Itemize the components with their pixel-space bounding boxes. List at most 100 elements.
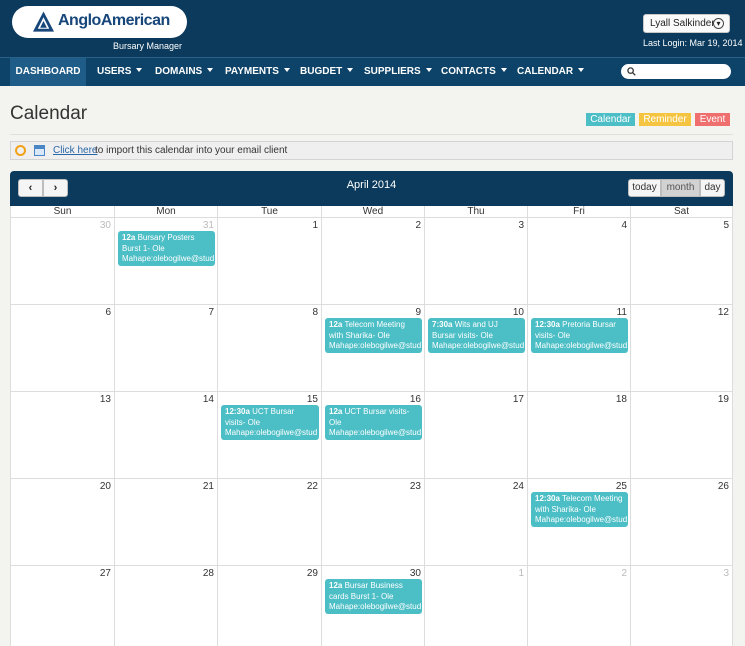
event-time: 12a — [329, 320, 343, 329]
prev-month-button[interactable]: ‹ — [18, 179, 43, 197]
view-month-button[interactable]: month — [661, 179, 700, 197]
next-month-button[interactable]: › — [43, 179, 68, 197]
day-number: 11 — [616, 307, 627, 318]
day-number: 2 — [621, 568, 627, 579]
event-title: Bursar Business cards Burst 1- Ole Mahap… — [329, 581, 422, 611]
import-calendar-link[interactable]: Click here — [53, 145, 97, 156]
nav-budget[interactable]: BUGDET — [300, 58, 354, 86]
day-number: 6 — [105, 307, 111, 318]
day-number: 27 — [99, 568, 111, 579]
day-number: 14 — [202, 394, 214, 405]
day-cell[interactable]: 2 — [322, 218, 425, 305]
nav-contacts[interactable]: CONTACTS — [441, 58, 507, 86]
day-cell[interactable]: 27 — [11, 566, 115, 646]
day-cell[interactable]: 21 — [115, 479, 218, 566]
day-cell[interactable]: 29 — [218, 566, 322, 646]
day-cell[interactable]: 4 — [528, 218, 631, 305]
caret-down-icon — [283, 68, 290, 72]
day-cell[interactable]: 14 — [115, 392, 218, 479]
main-nav: DASHBOARD USERS DOMAINS PAYMENTS BUGDET … — [0, 57, 745, 86]
day-cell[interactable]: 13 — [11, 392, 115, 479]
brand-logo[interactable]: AngloAmerican — [12, 6, 187, 38]
caret-down-icon — [500, 68, 507, 72]
legend-event[interactable]: Event — [695, 113, 730, 126]
day-cell[interactable]: 23 — [322, 479, 425, 566]
day-number: 10 — [512, 307, 524, 318]
day-cell[interactable]: 20 — [11, 479, 115, 566]
day-number: 7 — [208, 307, 214, 318]
view-today-button[interactable]: today — [628, 179, 661, 197]
chevron-down-icon: ▾ — [713, 18, 724, 29]
day-cell[interactable]: 28 — [115, 566, 218, 646]
nav-users[interactable]: USERS — [97, 58, 143, 86]
weekday-header: Sat — [631, 206, 733, 218]
day-number: 13 — [99, 394, 111, 405]
nav-suppliers[interactable]: SUPPLIERS — [364, 58, 432, 86]
search-input[interactable] — [621, 64, 731, 79]
day-number: 3 — [723, 568, 729, 579]
day-cell[interactable]: 30 — [11, 218, 115, 305]
calendar-event[interactable]: 12a UCT Bursar visits- Ole Mahape:olebog… — [325, 405, 422, 440]
day-number: 23 — [409, 481, 421, 492]
day-cell[interactable]: 3 — [631, 566, 733, 646]
calendar-icon — [34, 145, 45, 156]
day-cell[interactable]: 3 — [425, 218, 528, 305]
nav-domains[interactable]: DOMAINS — [155, 58, 214, 86]
weekday-header: Tue — [218, 206, 322, 218]
calendar-toolbar: ‹ › April 2014 today month day — [10, 171, 733, 206]
calendar-event[interactable]: 12:30a UCT Bursar visits- Ole Mahape:ole… — [221, 405, 319, 440]
calendar-event[interactable]: 7:30a Wits and UJ Bursar visits- Ole Mah… — [428, 318, 525, 353]
event-title: Telecom Meeting with Sharika- Ole Mahape… — [329, 320, 422, 350]
day-cell[interactable]: 5 — [631, 218, 733, 305]
calendar-title: April 2014 — [346, 179, 397, 191]
day-cell[interactable]: 19 — [631, 392, 733, 479]
nav-label: USERS — [97, 66, 132, 77]
event-title: Bursary Posters Burst 1- Ole Mahape:oleb… — [122, 233, 215, 263]
day-cell[interactable]: 24 — [425, 479, 528, 566]
calendar-event[interactable]: 12a Telecom Meeting with Sharika- Ole Ma… — [325, 318, 422, 353]
event-time: 12:30a — [225, 407, 250, 416]
day-number: 5 — [723, 220, 729, 231]
view-day-button[interactable]: day — [700, 179, 725, 197]
caret-down-icon — [207, 68, 214, 72]
day-number: 20 — [99, 481, 111, 492]
nav-label: PAYMENTS — [225, 66, 279, 77]
nav-label: BUGDET — [300, 66, 343, 77]
nav-label: DOMAINS — [155, 66, 203, 77]
anglo-logo-icon — [32, 11, 55, 32]
legend-calendar[interactable]: Calendar — [586, 113, 635, 126]
calendar-event[interactable]: 12a Bursar Business cards Burst 1- Ole M… — [325, 579, 422, 614]
page-title: Calendar — [10, 103, 88, 124]
day-cell[interactable]: 7 — [115, 305, 218, 392]
day-number: 22 — [306, 481, 318, 492]
day-cell[interactable]: 18 — [528, 392, 631, 479]
event-time: 7:30a — [432, 320, 453, 329]
month-grid: Sun Mon Tue Wed Thu Fri Sat 30 31 1 2 3 4 5 6 7 8 9 10 11 12… — [10, 206, 733, 646]
day-number: 26 — [717, 481, 729, 492]
import-bar: Click here to import this calendar into … — [10, 141, 733, 160]
weekday-header: Mon — [115, 206, 218, 218]
day-cell[interactable]: 8 — [218, 305, 322, 392]
day-number: 21 — [202, 481, 214, 492]
day-number: 1 — [518, 568, 524, 579]
day-cell[interactable]: 1 — [425, 566, 528, 646]
day-cell[interactable]: 12 — [631, 305, 733, 392]
weekday-header: Wed — [322, 206, 425, 218]
calendar-event[interactable]: 12a Bursary Posters Burst 1- Ole Mahape:… — [118, 231, 215, 266]
day-cell[interactable]: 6 — [11, 305, 115, 392]
nav-dashboard[interactable]: DASHBOARD — [10, 58, 86, 86]
day-number: 24 — [512, 481, 524, 492]
user-menu-button[interactable]: Lyall Salkinder ▾ — [643, 14, 730, 33]
calendar-event[interactable]: 12:30a Pretoria Bursar visits- Ole Mahap… — [531, 318, 628, 353]
day-cell[interactable]: 2 — [528, 566, 631, 646]
day-cell[interactable]: 1 — [218, 218, 322, 305]
legend-reminder[interactable]: Reminder — [639, 113, 691, 126]
day-cell[interactable]: 26 — [631, 479, 733, 566]
nav-calendar[interactable]: CALENDAR — [517, 58, 585, 86]
day-cell[interactable]: 17 — [425, 392, 528, 479]
nav-payments[interactable]: PAYMENTS — [225, 58, 290, 86]
calendar-event[interactable]: 12:30a Telecom Meeting with Sharika- Ole… — [531, 492, 628, 527]
import-instructions: to import this calendar into your email … — [95, 145, 288, 156]
search-icon — [627, 67, 636, 76]
day-cell[interactable]: 22 — [218, 479, 322, 566]
